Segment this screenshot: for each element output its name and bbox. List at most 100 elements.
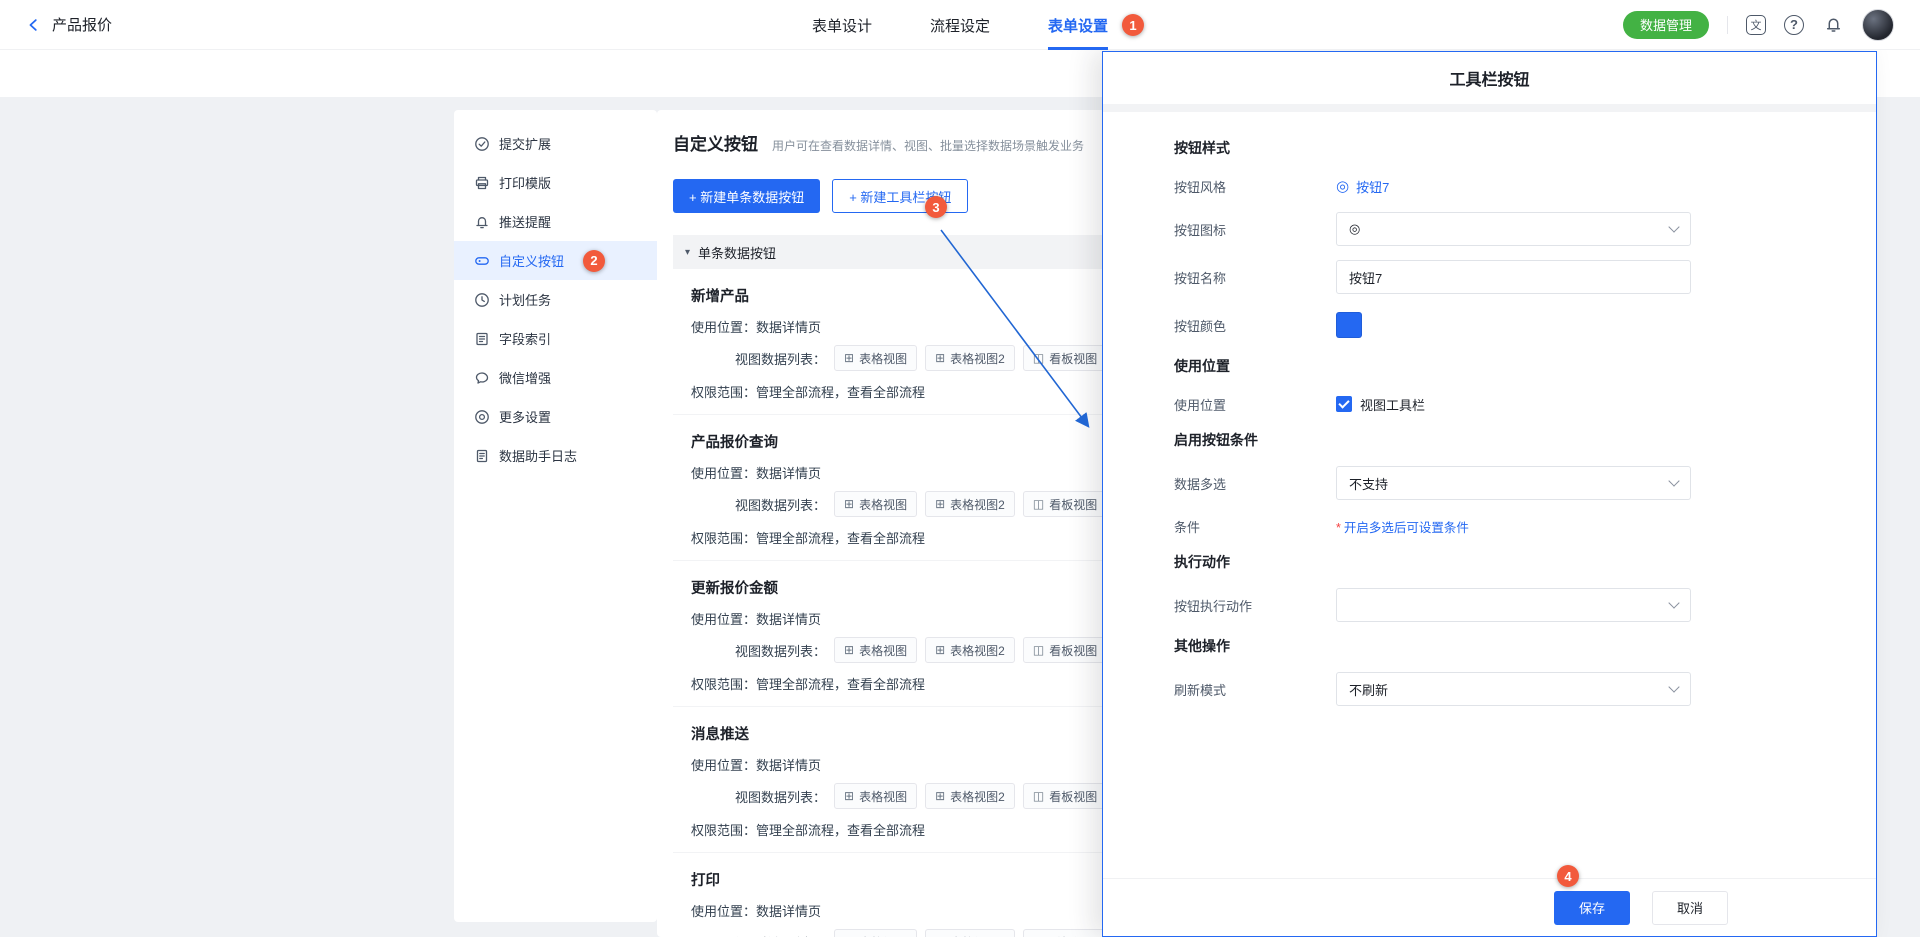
header-actions: 数据管理 文 ? [1623,9,1894,41]
required-asterisk: * [1336,521,1341,535]
sidebar-item-6[interactable]: 字段索引 [454,319,657,358]
view-toolbar-checkbox[interactable] [1336,396,1352,412]
button-name-input[interactable] [1336,260,1691,294]
tab-3[interactable]: 表单设置1 [1048,0,1108,50]
sidebar-item-9[interactable]: 数据助手日志 [454,436,657,475]
chevron-down-icon [1668,681,1679,692]
new-single-data-button[interactable]: + 新建单条数据按钮 [673,179,820,213]
section-button-style: 按钮样式 [1174,138,1836,158]
drawer-form: 按钮样式 按钮风格 ◎ 按钮7 按钮图标 ◎ 按钮名称 [1103,112,1876,706]
view-tag-label: 表格视图2 [950,788,1005,805]
condition-hint-link[interactable]: *开启多选后可设置条件 [1336,517,1469,536]
table-view-icon: ⊞ [844,789,854,803]
sidebar-item-label: 计划任务 [499,290,551,309]
sidebar-item-label: 微信增强 [499,368,551,387]
view-tag-label: 表格视图2 [950,496,1005,513]
toolbar-button-drawer: 工具栏按钮 按钮样式 按钮风格 ◎ 按钮7 按钮图标 ◎ 按钮名称 [1102,51,1877,937]
refresh-mode-label: 刷新模式 [1174,680,1336,699]
sidebar-item-label: 字段索引 [499,329,551,348]
index-icon [474,331,490,347]
condition-hint-text: 开启多选后可设置条件 [1344,521,1469,535]
sidebar-item-label: 更多设置 [499,407,551,426]
sidebar-item-7[interactable]: 微信增强 [454,358,657,397]
view-tag: ◫看板视图 [1023,637,1107,663]
view-tag: ⊞ 表格视图2 [925,491,1015,517]
save-button[interactable]: 保存 [1554,891,1630,925]
view-toolbar-checkbox-label: 视图工具栏 [1360,395,1425,414]
table-view-icon: ⊞ [935,351,945,365]
view-tag: ⊞表格视图2 [925,783,1015,809]
annotation-badge-1: 1 [1122,14,1144,36]
language-icon[interactable]: 文 [1746,15,1766,35]
sidebar-item-2[interactable]: 打印模版 [454,163,657,202]
multi-select-value: 不支持 [1349,474,1388,493]
help-icon[interactable]: ? [1784,15,1804,35]
sidebar-item-label: 推送提醒 [499,212,551,231]
view-tag: ⊞ 表格视图2 [925,637,1015,663]
refresh-mode-dropdown[interactable]: 不刷新 [1336,672,1691,706]
bell-icon[interactable] [1822,14,1844,36]
settings-sidebar: 提交扩展打印模版推送提醒自定义按钮2 计划任务字段索引微信增强更多设置数据助手日志 [454,110,657,922]
center-tabs: 表单设计 流程设定 表单设置1 [812,0,1108,50]
button-color-label: 按钮颜色 [1174,316,1336,335]
back-button[interactable]: 产品报价 [26,14,112,35]
data-manage-button[interactable]: 数据管理 [1623,11,1709,39]
view-tag-label: 表格视图 [859,496,907,513]
views-label: 视图数据列表： [735,933,826,937]
check-circle-icon [474,136,490,152]
content-description: 用户可在查看数据详情、视图、批量选择数据场景触发业务 [772,137,1084,154]
multi-select-dropdown[interactable]: 不支持 [1336,466,1691,500]
kanban-view-icon: ◫ [1033,497,1044,511]
table-view-icon: ⊞ [844,351,854,365]
view-tag-label: 看板视图 [1049,496,1097,513]
drawer-footer: 保存 取消 [1103,878,1876,936]
view-tag: ⊞ 表格视图 [834,345,917,371]
tab-1[interactable]: 表单设计 [812,0,872,50]
target-icon: ◎ [1336,177,1349,195]
button-icon-label: 按钮图标 [1174,220,1336,239]
condition-label: 条件 [1174,517,1336,536]
chevron-down-icon [1668,597,1679,608]
button-style-value[interactable]: ◎ 按钮7 [1336,177,1389,196]
avatar[interactable] [1862,9,1894,41]
table-view-icon: ⊞ [935,497,945,511]
annotation-badge-3: 3 [925,196,947,218]
view-tag: ◫ 看板视图 [1023,491,1107,517]
log-icon [474,448,490,464]
section-usage-position: 使用位置 [1174,356,1836,376]
table-view-icon: ⊞ [844,643,854,657]
view-tag: ⊞表格视图 [834,491,917,517]
sidebar-item-1[interactable]: 提交扩展 [454,124,657,163]
view-tag: ⊞表格视图 [834,783,917,809]
view-tag-label: 表格视图 [859,350,907,367]
tab-2[interactable]: 流程设定 [930,0,990,50]
drawer-divider [1103,104,1876,112]
views-label: 视图数据列表： [735,349,826,368]
button-name-label: 按钮名称 [1174,268,1336,287]
new-toolbar-button[interactable]: + 新建工具栏按钮 [832,179,968,213]
table-view-icon: ⊞ [935,643,945,657]
view-tag: ⊞ 表格视图 [834,637,917,663]
sidebar-item-3[interactable]: 推送提醒 [454,202,657,241]
views-label: 视图数据列表： [735,787,826,806]
button-style-label: 按钮风格 [1174,177,1336,196]
sidebar-item-label: 数据助手日志 [499,446,577,465]
tab-label: 表单设计 [812,15,872,36]
view-tag-label: 表格视图2 [950,642,1005,659]
section-title: 单条数据按钮 [698,243,776,262]
clock-icon [474,292,490,308]
button-color-swatch[interactable] [1336,312,1362,338]
button-icon-select[interactable]: ◎ [1336,212,1691,246]
view-tag-label: 表格视图 [859,642,907,659]
settings-icon [474,409,490,425]
button-icon-value: ◎ [1349,221,1360,237]
sidebar-item-5[interactable]: 计划任务 [454,280,657,319]
sidebar-item-8[interactable]: 更多设置 [454,397,657,436]
view-tag-label: 表格视图2 [950,350,1005,367]
section-enable-condition: 启用按钮条件 [1174,430,1836,450]
execute-action-dropdown[interactable] [1336,588,1691,622]
wechat-icon [474,370,490,386]
cancel-button[interactable]: 取消 [1652,891,1728,925]
sidebar-item-4[interactable]: 自定义按钮2 [454,241,657,280]
view-tag-label: 看板视图 [1049,642,1097,659]
